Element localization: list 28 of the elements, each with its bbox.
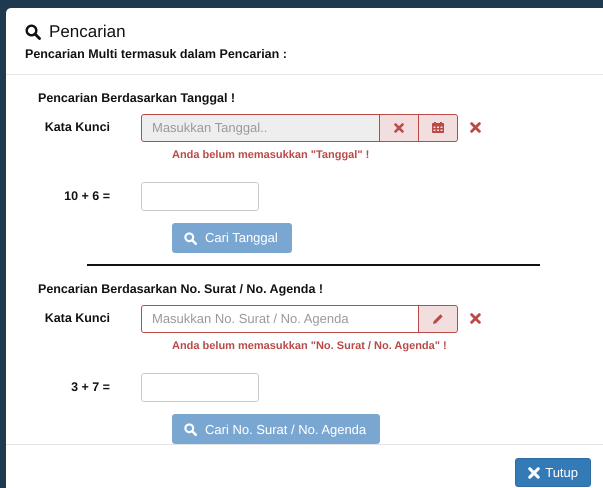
search-button[interactable]: Cari Tanggal	[172, 223, 292, 253]
section-heading: Pencarian Berdasarkan Tanggal !	[38, 90, 236, 107]
clear-icon	[394, 122, 404, 132]
modal-title: Pencarian	[49, 22, 126, 42]
error-message: Anda belum memasukkan "Tanggal" !	[172, 148, 370, 162]
search-icon	[184, 232, 197, 244]
close-icon	[528, 466, 540, 479]
calendar-icon	[432, 122, 444, 133]
close-button[interactable]: Tutup	[515, 458, 591, 488]
section-heading: Pencarian Berdasarkan No. Surat / No. Agenda !	[38, 281, 324, 298]
pencil-icon	[432, 312, 444, 325]
captcha-input[interactable]	[141, 182, 259, 211]
error-icon	[470, 122, 481, 133]
captcha-input[interactable]	[141, 373, 259, 402]
search-icon	[25, 24, 41, 40]
modal-subtitle: Pencarian Multi termasuk dalam Pencarian :	[25, 46, 288, 63]
search-icon	[184, 422, 197, 436]
field-label: Kata Kunci	[44, 119, 111, 136]
clear-addon-button[interactable]	[380, 114, 419, 142]
captcha-question: 3 + 7 =	[70, 379, 111, 396]
keyword-input[interactable]: Masukkan No. Surat / No. Agenda	[141, 304, 419, 333]
field-label: Kata Kunci	[44, 310, 111, 328]
search-button[interactable]: Cari No. Surat / No. Agenda	[172, 414, 380, 444]
edit-addon-button[interactable]	[419, 304, 458, 333]
calendar-addon-button[interactable]	[419, 114, 458, 142]
error-message: Anda belum memasukkan "No. Surat / No. Agenda" !	[172, 338, 448, 354]
captcha-question: 10 + 6 =	[63, 188, 111, 206]
error-icon	[470, 313, 481, 324]
